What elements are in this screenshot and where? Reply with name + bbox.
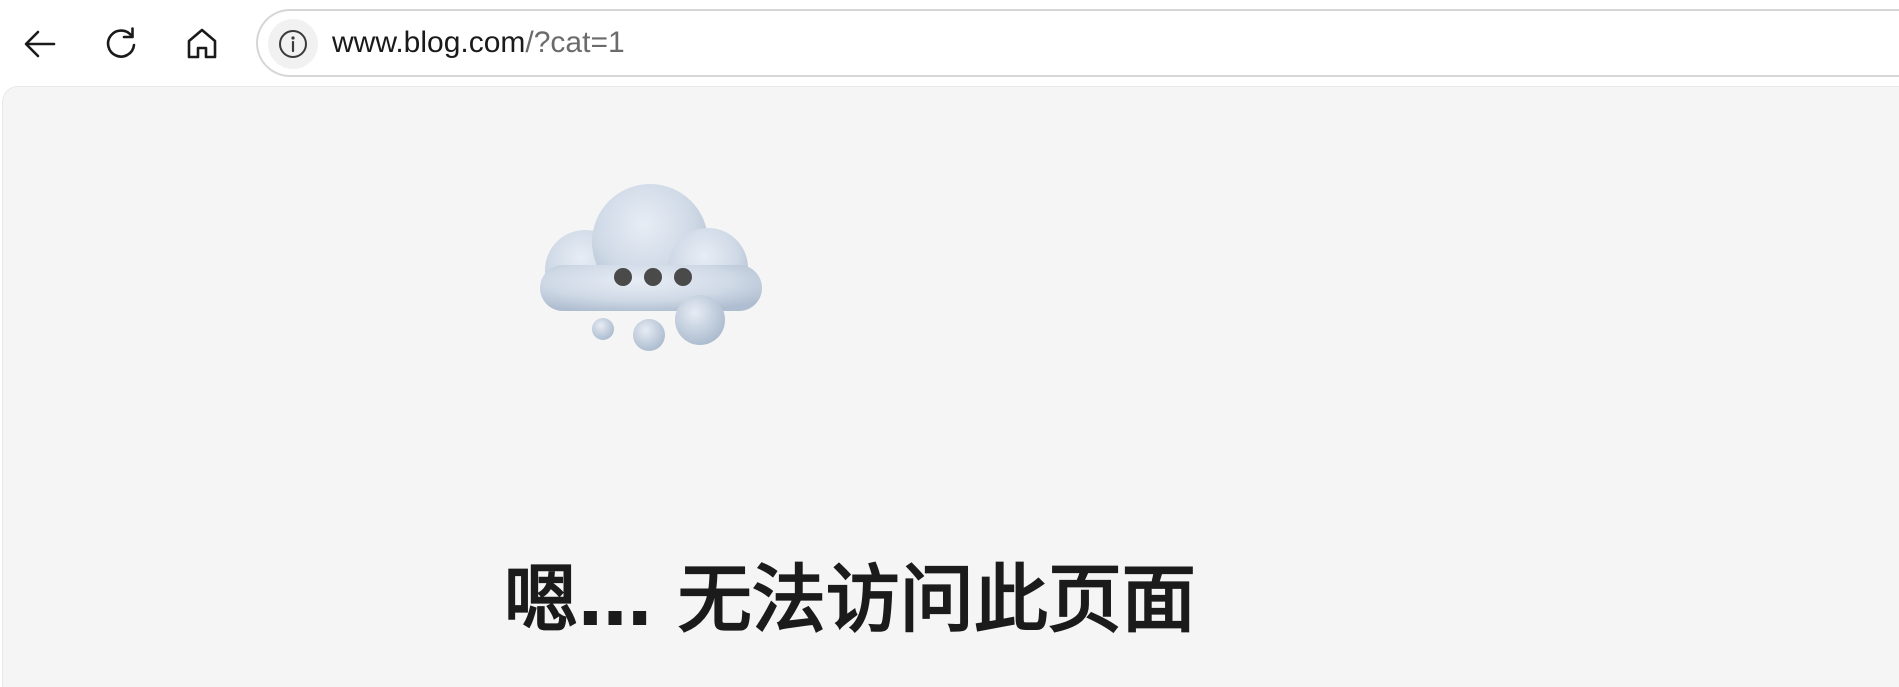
back-button[interactable]: [8, 12, 72, 76]
arrow-left-icon: [24, 30, 56, 58]
page-title: 嗯… 无法访问此页面: [504, 557, 1196, 643]
site-info-button[interactable]: [268, 19, 318, 69]
home-icon: [187, 28, 217, 59]
address-bar[interactable]: www.blog.com/?cat=1: [256, 9, 1899, 77]
refresh-icon: [106, 27, 136, 58]
url-host: www.blog.com: [332, 26, 526, 59]
info-icon: [279, 30, 307, 58]
url-input[interactable]: www.blog.com/?cat=1: [332, 11, 625, 75]
cloud-icon: [540, 184, 762, 351]
refresh-button[interactable]: [89, 12, 153, 76]
url-path: /?cat=1: [525, 26, 625, 59]
home-button[interactable]: [170, 12, 234, 76]
browser-toolbar: www.blog.com/?cat=1: [0, 0, 1899, 86]
